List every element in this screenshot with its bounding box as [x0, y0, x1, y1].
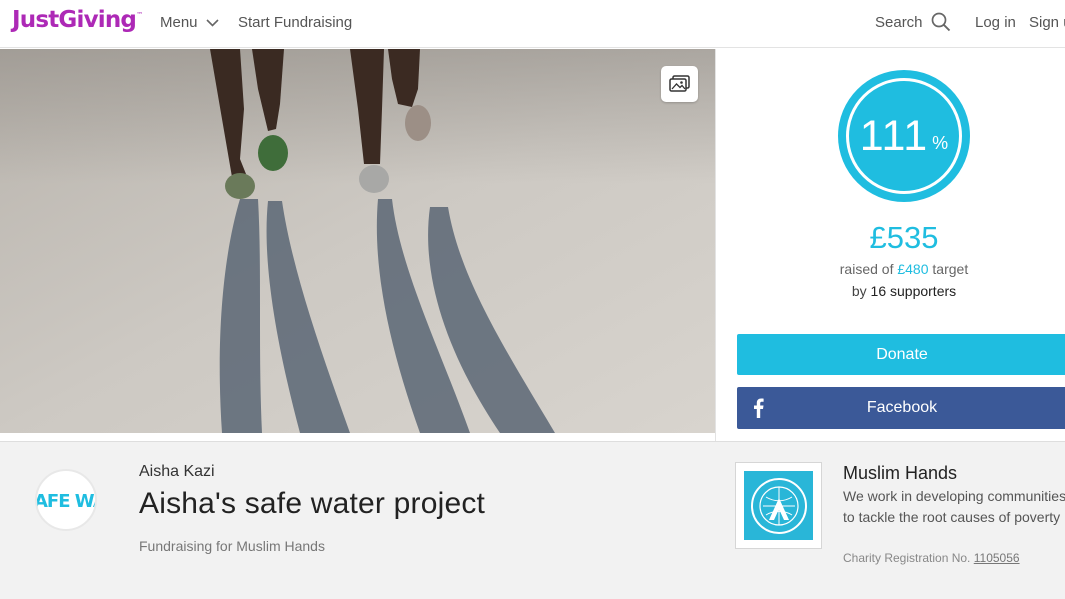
muslim-hands-logo: [744, 471, 813, 540]
logo-text: JustGiving: [12, 7, 137, 33]
search-button[interactable]: Search: [875, 12, 951, 32]
target-suffix: target: [932, 261, 969, 277]
charity-description-line1: We work in developing communities: [843, 488, 1065, 504]
target-amount: £480: [897, 261, 929, 277]
menu-button[interactable]: Menu: [160, 14, 219, 31]
fundraising-for: Fundraising for Muslim Hands: [139, 538, 325, 554]
image-gallery-icon: [668, 75, 690, 92]
muslim-hands-emblem-icon: [750, 477, 807, 534]
charity-description-line2: to tackle the root causes of poverty: [843, 509, 1061, 525]
progress-ring-inner: 111 %: [846, 78, 962, 194]
search-icon: [931, 12, 950, 32]
supporters-count: 16 supporters: [870, 283, 957, 299]
facebook-label: Facebook: [866, 399, 938, 416]
avatar[interactable]: AFE WA: [35, 469, 97, 531]
charity-name[interactable]: Muslim Hands: [843, 463, 957, 484]
charity-registration: Charity Registration No. 1105056: [843, 551, 1020, 565]
logo-trademark: ™: [136, 11, 143, 19]
page-title: Aisha's safe water project: [139, 487, 486, 520]
hero-image: [0, 49, 715, 433]
progress-percent: 111: [859, 111, 929, 160]
raised-prefix: raised of: [839, 261, 894, 277]
search-label: Search: [875, 13, 923, 31]
raised-amount: £535: [869, 220, 939, 255]
charity-logo[interactable]: [735, 462, 822, 549]
charity-description: We work in developing communities to tac…: [843, 486, 1065, 528]
gallery-button[interactable]: [661, 66, 698, 102]
login-link[interactable]: Log in: [975, 14, 1016, 31]
menu-label: Menu: [160, 14, 198, 31]
facebook-share-button[interactable]: Facebook: [737, 387, 1065, 429]
donation-panel: 111 % £535 raised of £480 target by 16 s…: [715, 49, 1065, 441]
signup-link[interactable]: Sign u: [1029, 14, 1065, 31]
progress-percent-sign: %: [932, 132, 949, 153]
runners-photo: [0, 49, 715, 433]
start-fundraising-link[interactable]: Start Fundraising: [238, 14, 352, 31]
supporters-line: by 16 supporters: [716, 283, 1065, 299]
fundraiser-info: AFE WA Aisha Kazi Aisha's safe water pro…: [0, 441, 1065, 599]
chevron-down-icon: [205, 18, 219, 27]
registration-number-link[interactable]: 1105056: [974, 551, 1020, 565]
avatar-text: AFE WA: [35, 491, 95, 512]
donate-button[interactable]: Donate: [737, 334, 1065, 375]
fundraiser-owner[interactable]: Aisha Kazi: [139, 463, 215, 481]
progress-ring: 111 %: [838, 70, 970, 202]
justgiving-logo[interactable]: JustGiving™: [12, 7, 143, 33]
raised-of-target: raised of £480 target: [716, 261, 1065, 277]
facebook-icon: [754, 398, 764, 418]
registration-label: Charity Registration No.: [843, 551, 971, 565]
site-header: JustGiving™ Menu Start Fundraising Searc…: [0, 0, 1065, 48]
by-prefix: by: [851, 283, 867, 299]
